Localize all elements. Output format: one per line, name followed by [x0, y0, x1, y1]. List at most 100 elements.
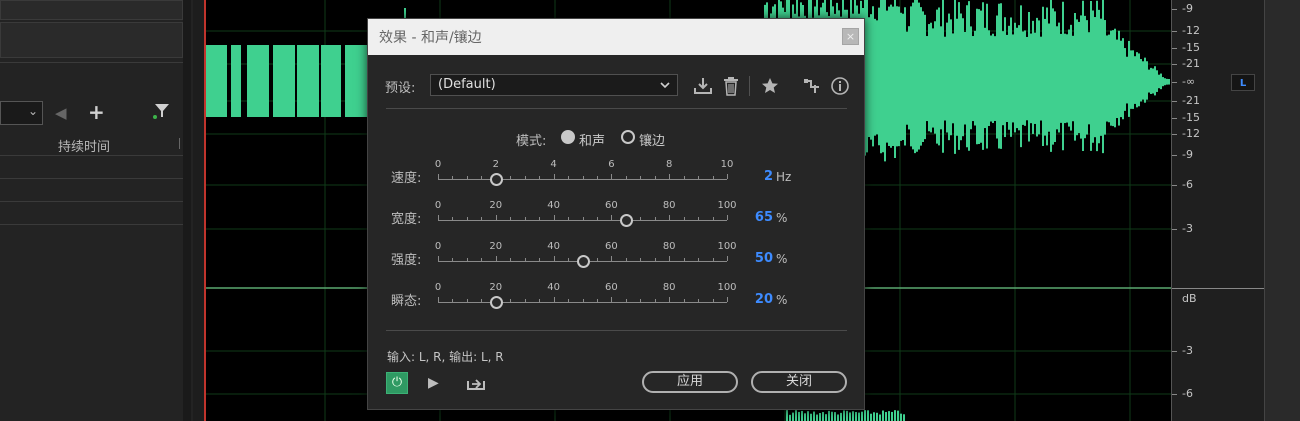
slider-tick	[698, 217, 700, 220]
db-scale-label: -12	[1182, 24, 1200, 37]
slider-tick-label: 40	[547, 200, 560, 211]
list-row[interactable]	[0, 179, 183, 202]
slider-tick-label: 6	[608, 159, 615, 170]
slider-tick-label: 80	[662, 200, 676, 211]
add-icon[interactable]: +	[88, 100, 105, 124]
scrollbar-area[interactable]	[1264, 0, 1300, 421]
list-row[interactable]	[0, 202, 183, 225]
slider-tick	[495, 215, 497, 220]
slider-tick	[466, 176, 468, 179]
db-unit-label: dB	[1182, 292, 1197, 305]
slider-tick	[466, 299, 468, 302]
slider-tick	[582, 176, 584, 179]
slider-tick	[466, 258, 468, 261]
duration-column-header[interactable]: 持续时间	[58, 136, 110, 155]
slider-tick	[654, 176, 656, 179]
power-toggle-button[interactable]: ⏻	[386, 372, 408, 394]
files-panel: ⌄ ◀ + 持续时间	[0, 0, 193, 421]
slider-thumb[interactable]	[576, 255, 590, 268]
waveform-block	[321, 45, 341, 117]
db-scale-tick	[1172, 185, 1177, 186]
slider-value[interactable]: 2	[733, 169, 773, 184]
slider-tick	[452, 299, 454, 302]
slider-thumb[interactable]	[489, 173, 503, 186]
list-row[interactable]	[0, 156, 183, 179]
slider-unit: %	[776, 293, 788, 307]
slider-tick	[596, 217, 598, 220]
slider-tick-label: 40	[547, 241, 560, 252]
db-scale-label: -9	[1182, 148, 1193, 161]
slider-unit: Hz	[776, 170, 792, 184]
slider-tick	[438, 174, 439, 179]
slider-tick	[452, 217, 454, 220]
slider-tick	[669, 297, 671, 302]
waveform-block	[273, 45, 295, 117]
chorus-flanger-dialog: 效果 - 和声/镶边 × 预设: (Default) 模式: 和声 镶边 速度:…	[367, 18, 865, 410]
slider-tick	[481, 258, 483, 261]
panel-toolbar-strip	[0, 22, 183, 58]
db-scale-tick	[1172, 31, 1177, 32]
slider-tick-label: 60	[605, 282, 618, 293]
preview-play-button[interactable]: ▶	[428, 375, 439, 391]
slider-tick	[438, 297, 439, 302]
slider-tick	[596, 299, 598, 302]
channel-l-toggle[interactable]: L	[1231, 74, 1255, 91]
slider-tick	[669, 215, 671, 220]
column-resize-handle[interactable]	[179, 138, 180, 149]
slider-tick-label: 2	[492, 159, 499, 170]
slider-tick-label: 20	[489, 282, 503, 293]
slider-tick	[510, 176, 512, 179]
slider-thumb[interactable]	[619, 214, 633, 227]
slider-tick	[611, 256, 613, 261]
slider-tick	[452, 176, 454, 179]
slider-label: 瞬态:	[391, 294, 422, 309]
slider-tick-label: 20	[489, 241, 503, 252]
slider-value[interactable]: 20	[733, 292, 773, 307]
slider-tick	[712, 258, 714, 261]
slider-track[interactable]	[438, 179, 727, 180]
slider-tick	[596, 176, 598, 179]
waveform-block	[231, 45, 241, 117]
waveform-block	[205, 45, 227, 117]
slider-value[interactable]: 65	[733, 210, 773, 225]
slider-tick	[438, 256, 439, 261]
playhead[interactable]	[204, 0, 206, 421]
slider-thumb[interactable]	[489, 296, 503, 309]
slider-tick-label: 40	[547, 282, 560, 293]
apply-button[interactable]: 应用	[642, 371, 738, 393]
slider-tick-label: 20	[489, 200, 503, 211]
panel-dropdown[interactable]: ⌄	[0, 101, 43, 125]
waveform-block	[297, 45, 319, 117]
db-scale-label: -∞	[1182, 75, 1196, 88]
slider-unit: %	[776, 211, 788, 225]
db-scale-tick	[1172, 155, 1177, 156]
slider-tick	[510, 217, 512, 220]
slider-tick	[568, 176, 570, 179]
slider-value[interactable]: 50	[733, 251, 773, 266]
slider-tick	[596, 258, 598, 261]
slider-tick	[669, 174, 671, 179]
db-scale-tick	[1172, 134, 1177, 135]
slider-track[interactable]	[438, 302, 727, 303]
db-scale-tick	[1172, 394, 1177, 395]
slider-tick	[611, 297, 613, 302]
slider-tick	[568, 217, 570, 220]
slider-tick	[698, 258, 700, 261]
waveform-block	[345, 45, 365, 117]
loop-export-icon[interactable]	[466, 375, 486, 395]
db-scale-label: -21	[1182, 94, 1200, 107]
slider-track[interactable]	[438, 220, 727, 221]
column-header: 持续时间	[0, 133, 183, 156]
slider-label: 速度:	[391, 171, 422, 186]
back-arrow-icon[interactable]: ◀	[55, 104, 67, 122]
slider-tick	[683, 299, 685, 302]
channel-divider	[1172, 288, 1264, 289]
slider-tick	[438, 215, 439, 220]
slider-tick	[524, 258, 526, 261]
close-button[interactable]: 关闭	[751, 371, 847, 393]
slider-tick	[611, 215, 613, 220]
filter-icon[interactable]	[152, 100, 172, 126]
slider-tick	[611, 174, 613, 179]
slider-tick	[510, 299, 512, 302]
db-scale-label: -15	[1182, 111, 1200, 124]
